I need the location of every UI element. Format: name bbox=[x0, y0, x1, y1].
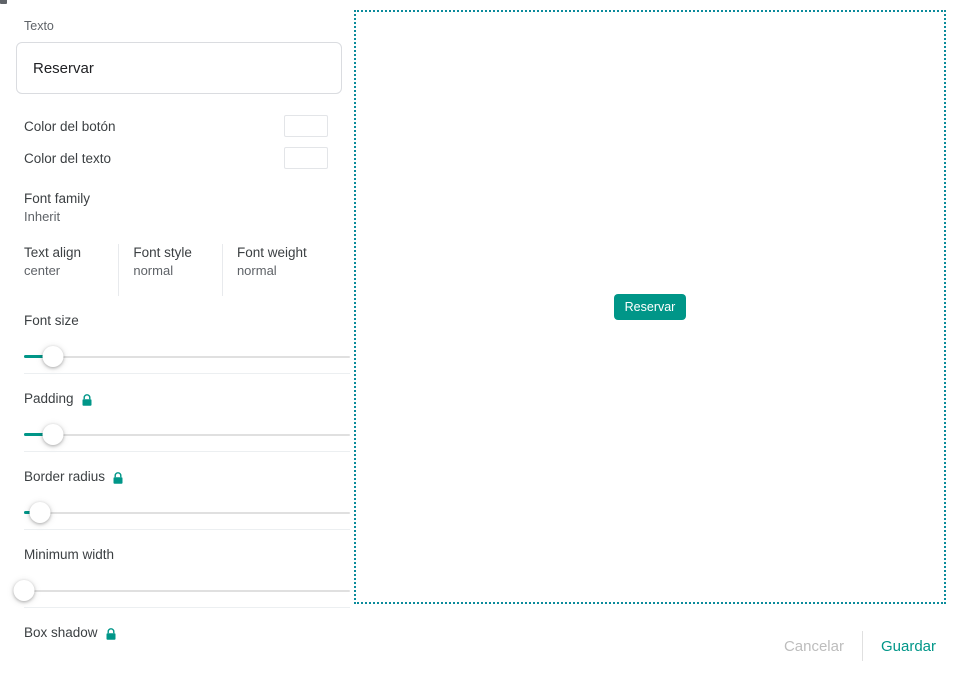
button-color-label: Color del botón bbox=[24, 118, 116, 134]
border-radius-slider[interactable] bbox=[24, 496, 350, 530]
minimum-width-label: Minimum width bbox=[24, 547, 115, 562]
font-weight-field[interactable]: Font weight normal bbox=[221, 244, 338, 296]
typography-row: Text align center Font style normal Font… bbox=[24, 244, 338, 296]
lock-icon bbox=[112, 471, 124, 485]
padding-label-row: Padding bbox=[24, 390, 338, 408]
font-weight-label: Font weight bbox=[236, 245, 307, 260]
font-weight-value: normal bbox=[236, 263, 277, 278]
font-size-slider-group: Font size bbox=[24, 312, 350, 374]
padding-slider-group: Padding bbox=[24, 390, 350, 452]
border-radius-slider-divider bbox=[24, 529, 350, 530]
font-size-label-row: Font size bbox=[24, 312, 338, 330]
font-size-slider-divider bbox=[24, 373, 350, 374]
text-align-field[interactable]: Text align center bbox=[24, 244, 118, 296]
font-style-field[interactable]: Font style normal bbox=[118, 244, 222, 296]
padding-slider-divider bbox=[24, 451, 350, 452]
font-style-label: Font style bbox=[133, 245, 192, 260]
font-family-value: Inherit bbox=[24, 209, 61, 224]
font-size-label: Font size bbox=[24, 313, 79, 328]
padding-slider-thumb[interactable] bbox=[42, 424, 64, 445]
font-style-value: normal bbox=[133, 263, 174, 278]
font-size-slider[interactable] bbox=[24, 340, 350, 374]
lock-icon bbox=[81, 393, 93, 407]
preview-panel: Reservar bbox=[354, 10, 946, 604]
font-family-field[interactable]: Font family Inherit bbox=[24, 190, 338, 226]
cancel-button[interactable]: Cancelar bbox=[770, 632, 858, 661]
border-radius-label-row: Border radius bbox=[24, 468, 338, 486]
text-align-label: Text align bbox=[24, 245, 82, 260]
footer-divider bbox=[861, 631, 863, 661]
padding-label: Padding bbox=[24, 391, 74, 406]
font-size-slider-thumb[interactable] bbox=[42, 346, 64, 367]
text-color-row[interactable]: Color del texto bbox=[24, 142, 338, 174]
border-radius-slider-group: Border radius bbox=[24, 468, 350, 530]
border-radius-slider-rail bbox=[24, 512, 350, 514]
button-color-swatch[interactable] bbox=[284, 115, 328, 137]
border-radius-slider-thumb[interactable] bbox=[29, 502, 51, 523]
minimum-width-slider-rail bbox=[24, 590, 350, 592]
text-field-label: Texto bbox=[24, 19, 54, 33]
text-align-value: center bbox=[24, 263, 61, 278]
padding-slider[interactable] bbox=[24, 418, 350, 452]
font-family-label: Font family bbox=[24, 191, 91, 206]
text-color-label: Color del texto bbox=[24, 150, 112, 166]
text-color-swatch[interactable] bbox=[284, 147, 328, 169]
minimum-width-slider-group: Minimum width bbox=[13, 546, 350, 608]
settings-panel: Texto Color del botón Color del texto Fo… bbox=[0, 0, 350, 688]
save-button[interactable]: Guardar bbox=[867, 632, 946, 661]
minimum-width-label-row: Minimum width bbox=[24, 546, 338, 564]
button-color-row[interactable]: Color del botón bbox=[24, 110, 338, 142]
padding-slider-rail bbox=[24, 434, 350, 436]
dialog-footer: Cancelar Guardar bbox=[0, 604, 960, 688]
minimum-width-slider[interactable] bbox=[13, 574, 350, 608]
button-text-input[interactable] bbox=[16, 42, 342, 94]
preview-button[interactable]: Reservar bbox=[613, 293, 687, 321]
border-radius-label: Border radius bbox=[24, 469, 106, 484]
font-size-slider-rail bbox=[24, 356, 350, 358]
minimum-width-slider-thumb[interactable] bbox=[13, 580, 35, 601]
